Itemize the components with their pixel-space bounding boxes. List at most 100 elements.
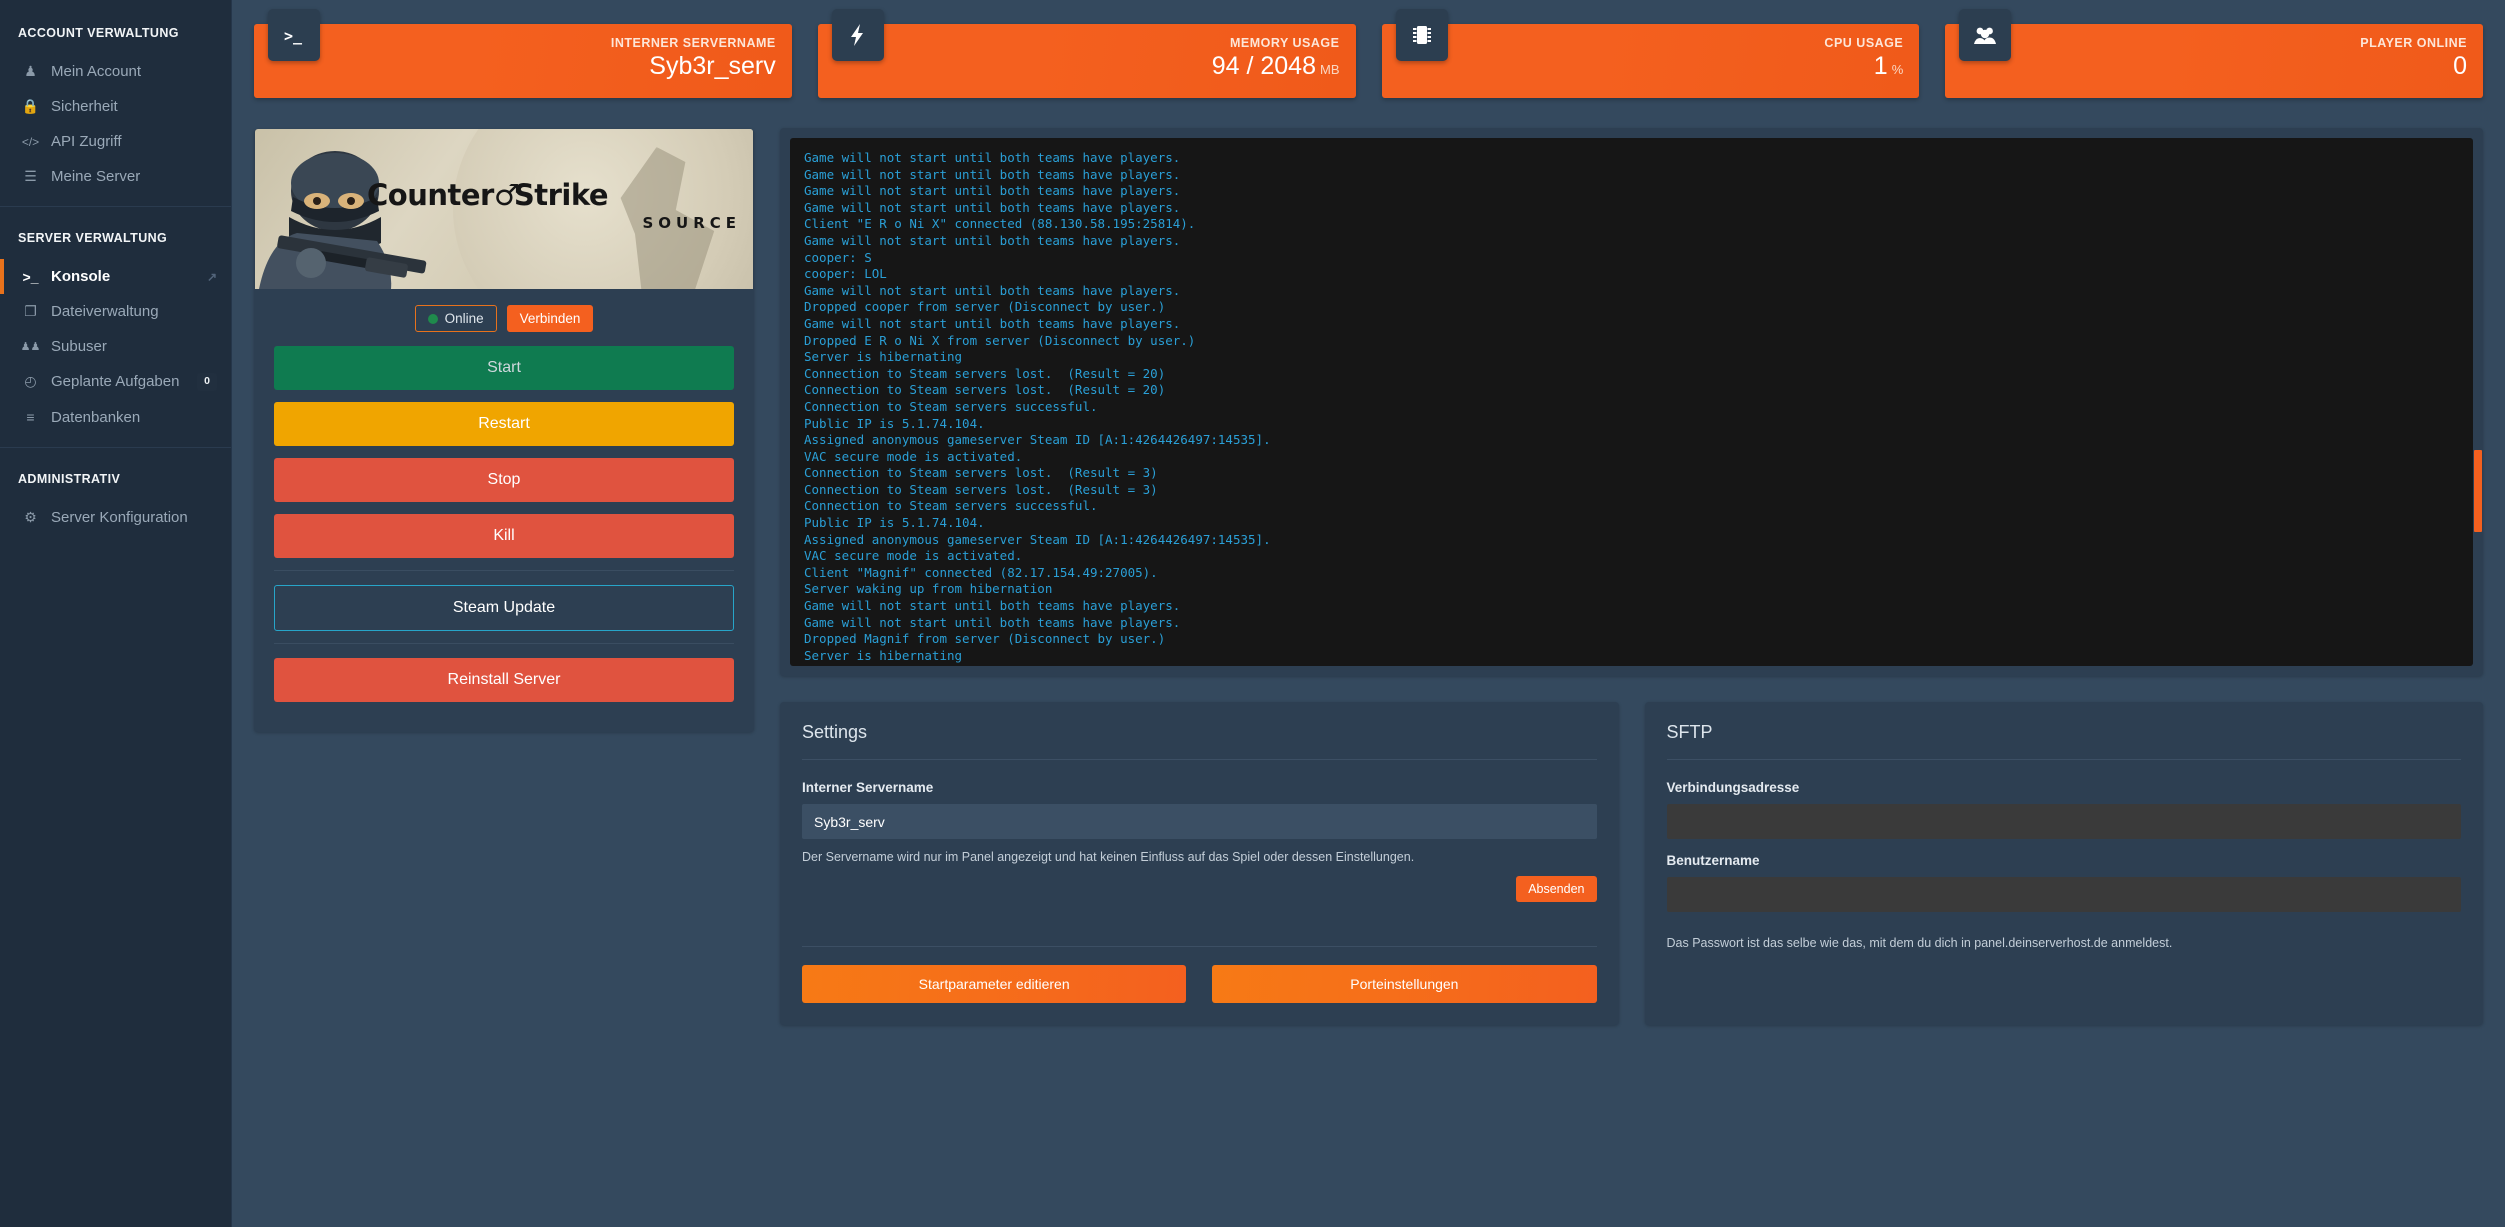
console-line: Game will not start until both teams hav…	[804, 315, 1181, 331]
status-badge[interactable]: Online	[414, 305, 497, 332]
settings-panel: Settings Interner Servername Der Servern…	[780, 702, 1619, 1025]
sidebar-item-meine-server[interactable]: ☰ Meine Server	[0, 159, 231, 194]
sftp-panel: SFTP Verbindungsadresse Benutzername Das…	[1644, 702, 2484, 1025]
stat-value-number: 0	[2453, 52, 2467, 80]
console-line: Dropped E R o Ni X from server (Disconne…	[804, 332, 1196, 348]
kill-button[interactable]: Kill	[274, 514, 734, 558]
console-line: Connection to Steam servers lost. (Resul…	[804, 382, 1166, 398]
servername-input[interactable]	[802, 804, 1597, 839]
sidebar: ACCOUNT VERWALTUNG ♟ Mein Account 🔒 Sicherhe…	[0, 0, 232, 1227]
server-control-column: Counter♂Strike SOURCE Online Verbinden S…	[254, 128, 754, 732]
sidebar-item-dateiverwaltung[interactable]: ❐ Dateiverwaltung	[0, 294, 231, 329]
stat-label: PLAYER ONLINE	[2360, 36, 2467, 50]
users-icon	[1959, 9, 2012, 61]
console-line: Assigned anonymous gameserver Steam ID […	[804, 432, 1271, 448]
console-line: Game will not start until both teams hav…	[804, 166, 1181, 182]
settings-action-buttons: Startparameter editieren Porteinstellung…	[780, 947, 1619, 1025]
stat-card: PLAYER ONLINE 0	[1945, 9, 2483, 98]
server-status-row: Online Verbinden	[254, 289, 754, 346]
edit-startup-params-button[interactable]: Startparameter editieren	[802, 964, 1187, 1003]
sidebar-item-label: Geplante Aufgaben	[51, 373, 180, 391]
reinstall-button[interactable]: Reinstall Server	[274, 658, 734, 702]
stat-label: MEMORY USAGE	[1230, 36, 1340, 50]
bolt-icon	[831, 9, 884, 61]
sftp-username-label: Benutzername	[1666, 853, 1760, 868]
stat-label: CPU USAGE	[1824, 36, 1904, 50]
sidebar-item-datenbanken[interactable]: ≡ Datenbanken	[0, 400, 231, 435]
console-line: Connection to Steam servers successful.	[804, 498, 1098, 514]
connect-button[interactable]: Verbinden	[506, 305, 594, 332]
settings-body: Interner Servername Der Servername wird …	[780, 760, 1619, 924]
sftp-address-input[interactable]	[1666, 804, 2461, 839]
stat-value-number: 1	[1873, 52, 1888, 80]
logo-source: SOURCE	[642, 214, 741, 232]
users-icon: ♟♟	[20, 341, 41, 353]
sftp-title: SFTP	[1666, 722, 1713, 742]
console-line: Dropped Magnif from server (Disconnect b…	[804, 631, 1166, 647]
terminal-icon: >_	[22, 268, 39, 285]
stat-value: 1%	[1874, 54, 1903, 79]
console-line: Game will not start until both teams hav…	[804, 150, 1181, 165]
console-line: Server waking up from hibernation	[804, 581, 1053, 597]
game-banner-image: Counter♂Strike SOURCE	[255, 129, 753, 289]
user-icon: ♟	[24, 63, 37, 79]
sidebar-item-label: Server Konfiguration	[51, 508, 188, 526]
stat-cards: >_ INTERNER SERVERNAME Syb3r_serv MEMORY US…	[254, 9, 2483, 98]
control-divider	[274, 570, 734, 571]
console-line: Connection to Steam servers lost. (Resul…	[804, 365, 1166, 381]
sftp-help: Das Passwort ist das selbe wie das, mit …	[1666, 936, 2173, 950]
sidebar-item-api-zugriff[interactable]: </> API Zugriff	[0, 124, 231, 159]
sidebar-item-mein-account[interactable]: ♟ Mein Account	[0, 54, 231, 89]
stat-value-number: Syb3r_serv	[649, 52, 776, 80]
sidebar-item-label: Dateiverwaltung	[51, 303, 159, 320]
stat-value-unit: %	[1891, 62, 1904, 77]
sidebar-item-label: Subuser	[51, 338, 107, 355]
port-settings-button[interactable]: Porteinstellungen	[1212, 964, 1597, 1003]
sidebar-item-konsole[interactable]: >_ Konsole ↗	[0, 259, 231, 294]
submit-row: Absenden	[802, 875, 1597, 902]
sidebar-section: ACCOUNT VERWALTUNG ♟ Mein Account 🔒 Sicherhe…	[0, 14, 231, 206]
gear-icon: ⚙	[24, 508, 37, 525]
settings-title: Settings	[802, 722, 868, 742]
sidebar-section: ADMINISTRATIV ⚙ Server Konfiguration	[0, 446, 231, 547]
console-output[interactable]: Game will not start until both teams hav…	[790, 138, 2473, 666]
console-line: Assigned anonymous gameserver Steam ID […	[804, 531, 1271, 547]
sidebar-item-sicherheit[interactable]: 🔒 Sicherheit	[0, 89, 231, 124]
database-icon: ≡	[26, 409, 35, 426]
logo-strike: Strike	[513, 178, 609, 212]
console-line: Connection to Steam servers successful.	[804, 398, 1098, 414]
stat-value-number: 94 / 2048	[1211, 52, 1316, 80]
sftp-username-input[interactable]	[1666, 877, 2461, 912]
sidebar-section-heading: ACCOUNT VERWALTUNG	[18, 26, 179, 40]
console-line: VAC secure mode is activated.	[804, 548, 1023, 564]
console-line: Public IP is 5.1.74.104.	[804, 515, 985, 531]
clock-icon: ◴	[24, 373, 37, 390]
terminal-icon: >_	[268, 9, 320, 61]
status-dot-icon	[427, 313, 438, 324]
sidebar-item-label: API Zugriff	[51, 133, 122, 150]
stat-card: CPU USAGE 1%	[1381, 9, 1920, 98]
server-icon: ☰	[24, 168, 37, 184]
counter-strike-logo: Counter♂Strike SOURCE	[367, 178, 745, 233]
submit-button[interactable]: Absenden	[1516, 875, 1597, 902]
console-line: Connection to Steam servers lost. (Resul…	[804, 465, 1158, 481]
sidebar-item-label: Datenbanken	[51, 408, 141, 426]
sidebar-item-geplante-aufgaben[interactable]: ◴ Geplante Aufgaben 0	[0, 364, 231, 400]
power-controls: Start Restart Stop Kill Steam Update Reinstal…	[254, 346, 754, 702]
console-line: Connection to Steam servers lost. (Resul…	[804, 481, 1158, 497]
external-link-icon[interactable]: ↗	[207, 270, 217, 284]
console-scrollbar[interactable]	[2474, 450, 2482, 532]
stat-value: Syb3r_serv	[649, 54, 775, 79]
console-line: Game will not start until both teams hav…	[804, 282, 1181, 298]
sftp-body: Verbindungsadresse Benutzername Das Pass…	[1645, 760, 2484, 975]
restart-button[interactable]: Restart	[274, 402, 734, 446]
stat-value: 0	[2453, 54, 2467, 79]
steam-button[interactable]: Steam Update	[274, 585, 734, 631]
sidebar-item-server-konfiguration[interactable]: ⚙ Server Konfiguration	[0, 500, 231, 535]
stat-label: INTERNER SERVERNAME	[610, 36, 776, 50]
start-button[interactable]: Start	[274, 346, 734, 390]
stop-button[interactable]: Stop	[274, 458, 734, 502]
stat-value-unit: MB	[1320, 62, 1340, 77]
console-line: cooper: S	[804, 249, 872, 265]
sidebar-item-subuser[interactable]: ♟♟ Subuser	[0, 329, 231, 364]
